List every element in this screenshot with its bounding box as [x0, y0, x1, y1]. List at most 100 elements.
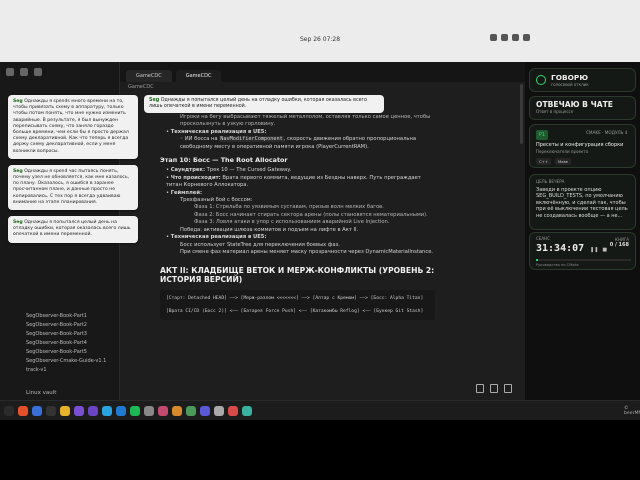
search-icon[interactable] — [20, 68, 28, 76]
message-sender: Seg — [13, 168, 23, 174]
session-progress-fill — [536, 259, 538, 261]
tech1-pre: ИИ босса на — [184, 136, 220, 143]
message-text: Однажды я попытался целый день на отладк… — [13, 220, 131, 238]
terminal-icon[interactable] — [46, 405, 56, 416]
code-block[interactable]: [Старт: Detached HEAD] ——> [Мерж-разлом … — [160, 290, 435, 321]
tag-chip[interactable]: Make — [555, 158, 572, 165]
chat-notification[interactable]: Seg Однажды я попытался целый день на от… — [144, 95, 384, 114]
app-icon[interactable] — [186, 405, 196, 416]
taskbar: © beerMNG — [0, 400, 640, 420]
breadcrumb: GameCDC — [128, 84, 154, 90]
pause-icon[interactable]: ❚❚ — [590, 247, 598, 253]
speaking-sub: голосовой отклик — [551, 82, 589, 87]
gameplay-label: Геймплей: — [170, 189, 203, 196]
message-sender: Seg — [13, 220, 23, 226]
app-icon[interactable] — [172, 405, 182, 416]
app-icon[interactable] — [214, 405, 224, 416]
message-text: Однажды я spends много времени на то, чт… — [13, 99, 129, 154]
speaking-status-card[interactable]: ГОВОРЮ голосовой отклик — [529, 68, 636, 92]
app-icon[interactable] — [200, 405, 210, 416]
goal-text: Заведи в проекте опцию SEG_BUILD_TESTS, … — [536, 187, 628, 219]
doc-subbullet: ◦ ИИ босса на NavModifierComponent, скор… — [180, 136, 417, 150]
files-icon[interactable] — [32, 405, 42, 416]
volume-icon[interactable] — [501, 34, 508, 41]
app-icon[interactable] — [242, 405, 252, 416]
doc-subbullet: Победа: активация шлюза коммитов и подъе… — [180, 226, 359, 233]
lesson-sub: Переключатели проекта — [536, 149, 589, 154]
module-label: CMAKE · МОДУЛЬ 4 — [586, 130, 628, 135]
doc-bullet: • Техническая реализация в UE5: — [166, 128, 267, 135]
app-icon[interactable] — [228, 405, 238, 416]
chat-message[interactable]: Seg Однажды я spend час пытаясь понять, … — [8, 164, 138, 211]
file-item[interactable]: SegObserver-Book-Part2 — [26, 321, 106, 330]
chat-status-card[interactable]: ОТВЕЧАЮ В ЧАТЕ Ответ в процессе — [529, 96, 636, 120]
file-item[interactable]: SegObserver-Book-Part1 — [26, 312, 106, 321]
file-item[interactable]: SegObserver-Cmake-Guide-v1.1 — [26, 357, 106, 366]
file-item[interactable]: SegObserver-Book-Part4 — [26, 339, 106, 348]
chat-status-title: ОТВЕЧАЮ В ЧАТЕ — [536, 100, 613, 109]
chat-message[interactable]: Seg Однажды я попытался целый день на от… — [8, 216, 138, 243]
export-icon[interactable] — [504, 384, 512, 393]
code-line: [Врата CI/CD (Босс 2)] <—— [Батарея Forc… — [166, 309, 424, 315]
microphone-icon — [536, 75, 546, 85]
guide-name: Руководство по CMake — [536, 263, 579, 267]
stop-icon[interactable]: ■ — [602, 247, 607, 253]
stage-heading: Этап 10: Босс — The Root Allocator — [160, 156, 288, 165]
lesson-card[interactable]: P1 CMAKE · МОДУЛЬ 4 Пресеты и конфигурац… — [529, 124, 636, 168]
tab-gamecdc[interactable]: GameCDC — [126, 70, 172, 82]
vault-name[interactable]: Linux vault — [26, 390, 56, 396]
folder-icon[interactable] — [6, 68, 14, 76]
file-item[interactable]: SegObserver-Book-Part5 — [26, 348, 106, 357]
screen-bottom — [0, 420, 640, 480]
book-value: 0 / 168 — [609, 242, 629, 248]
system-tray — [490, 34, 530, 41]
clock[interactable]: Sep 26 07:28 — [300, 36, 340, 43]
bookmark-icon[interactable] — [34, 68, 42, 76]
chat-status-sub: Ответ в процессе — [536, 109, 574, 114]
app-icon[interactable] — [158, 405, 168, 416]
sidebar-toolbar — [0, 62, 119, 82]
document-body: Игроки на бегу выбрасывают тяжелый метал… — [160, 114, 435, 321]
telegram-icon[interactable] — [102, 405, 112, 416]
editor-icon[interactable] — [74, 405, 84, 416]
document-icon[interactable] — [490, 384, 498, 393]
book-progress: КНИГА 0 / 168 — [610, 237, 629, 248]
file-item[interactable]: SegObserver-Book-Part3 — [26, 330, 106, 339]
chrome-icon[interactable] — [60, 405, 70, 416]
notification-sender: Seg — [149, 98, 160, 103]
code-icon[interactable] — [116, 405, 126, 416]
copy-icon[interactable] — [476, 384, 484, 393]
session-progress-bar — [536, 259, 631, 261]
tab-gamecdc-active[interactable]: GameCDC — [175, 70, 222, 82]
obsidian-icon[interactable] — [88, 405, 98, 416]
evening-goal-card: ЦЕЛЬ ВЕЧЕРА Заведи в проекте опцию SEG_B… — [529, 174, 636, 230]
happens-label: Что происходит: — [170, 174, 221, 181]
settings-icon[interactable] — [144, 405, 154, 416]
doc-text: Игроки на бегу выбрасывают тяжелый метал… — [180, 114, 431, 128]
doc-subsubbullet: Фаза 1: Стрельба по уязвимым суставам, п… — [194, 204, 384, 211]
system-top-bar: Sep 26 07:28 — [0, 0, 640, 62]
editor-mini-toolbar — [476, 384, 512, 393]
message-text: Однажды я spend час пытаясь понять, поче… — [13, 168, 130, 205]
battery-icon[interactable] — [512, 34, 519, 41]
doc-subsubbullet: Фаза 3: Ловля атаки в упор с использован… — [194, 219, 390, 226]
lesson-title: Пресеты и конфигурация сборки — [536, 142, 624, 148]
firefox-icon[interactable] — [18, 405, 28, 416]
goal-label: ЦЕЛЬ ВЕЧЕРА — [536, 179, 565, 184]
lesson-tags: C++ Make — [536, 158, 572, 165]
power-icon[interactable] — [523, 34, 530, 41]
editor-pane: GameCDC GameCDC GameCDC Игроки на бегу в… — [120, 62, 525, 400]
chat-notifications: Seg Однажды я spends много времени на то… — [8, 95, 138, 249]
music-icon[interactable] — [130, 405, 140, 416]
file-item[interactable]: track-v1 — [26, 366, 106, 375]
app-launcher-icon[interactable] — [4, 405, 14, 416]
session-footer: Руководство по CMake — [536, 263, 631, 267]
chat-message[interactable]: Seg Однажды я spends много времени на то… — [8, 95, 138, 159]
wifi-icon[interactable] — [490, 34, 497, 41]
tech2-title: Техническая реализация в UE5: — [170, 234, 267, 241]
tab-bar: GameCDC GameCDC — [120, 62, 525, 82]
tag-chip[interactable]: C++ — [536, 158, 552, 165]
message-sender: Seg — [13, 99, 23, 104]
doc-bullet: • Саундтрек: Трек 10 — The Cursed Gatewa… — [166, 167, 292, 174]
scrollbar[interactable] — [520, 84, 523, 144]
